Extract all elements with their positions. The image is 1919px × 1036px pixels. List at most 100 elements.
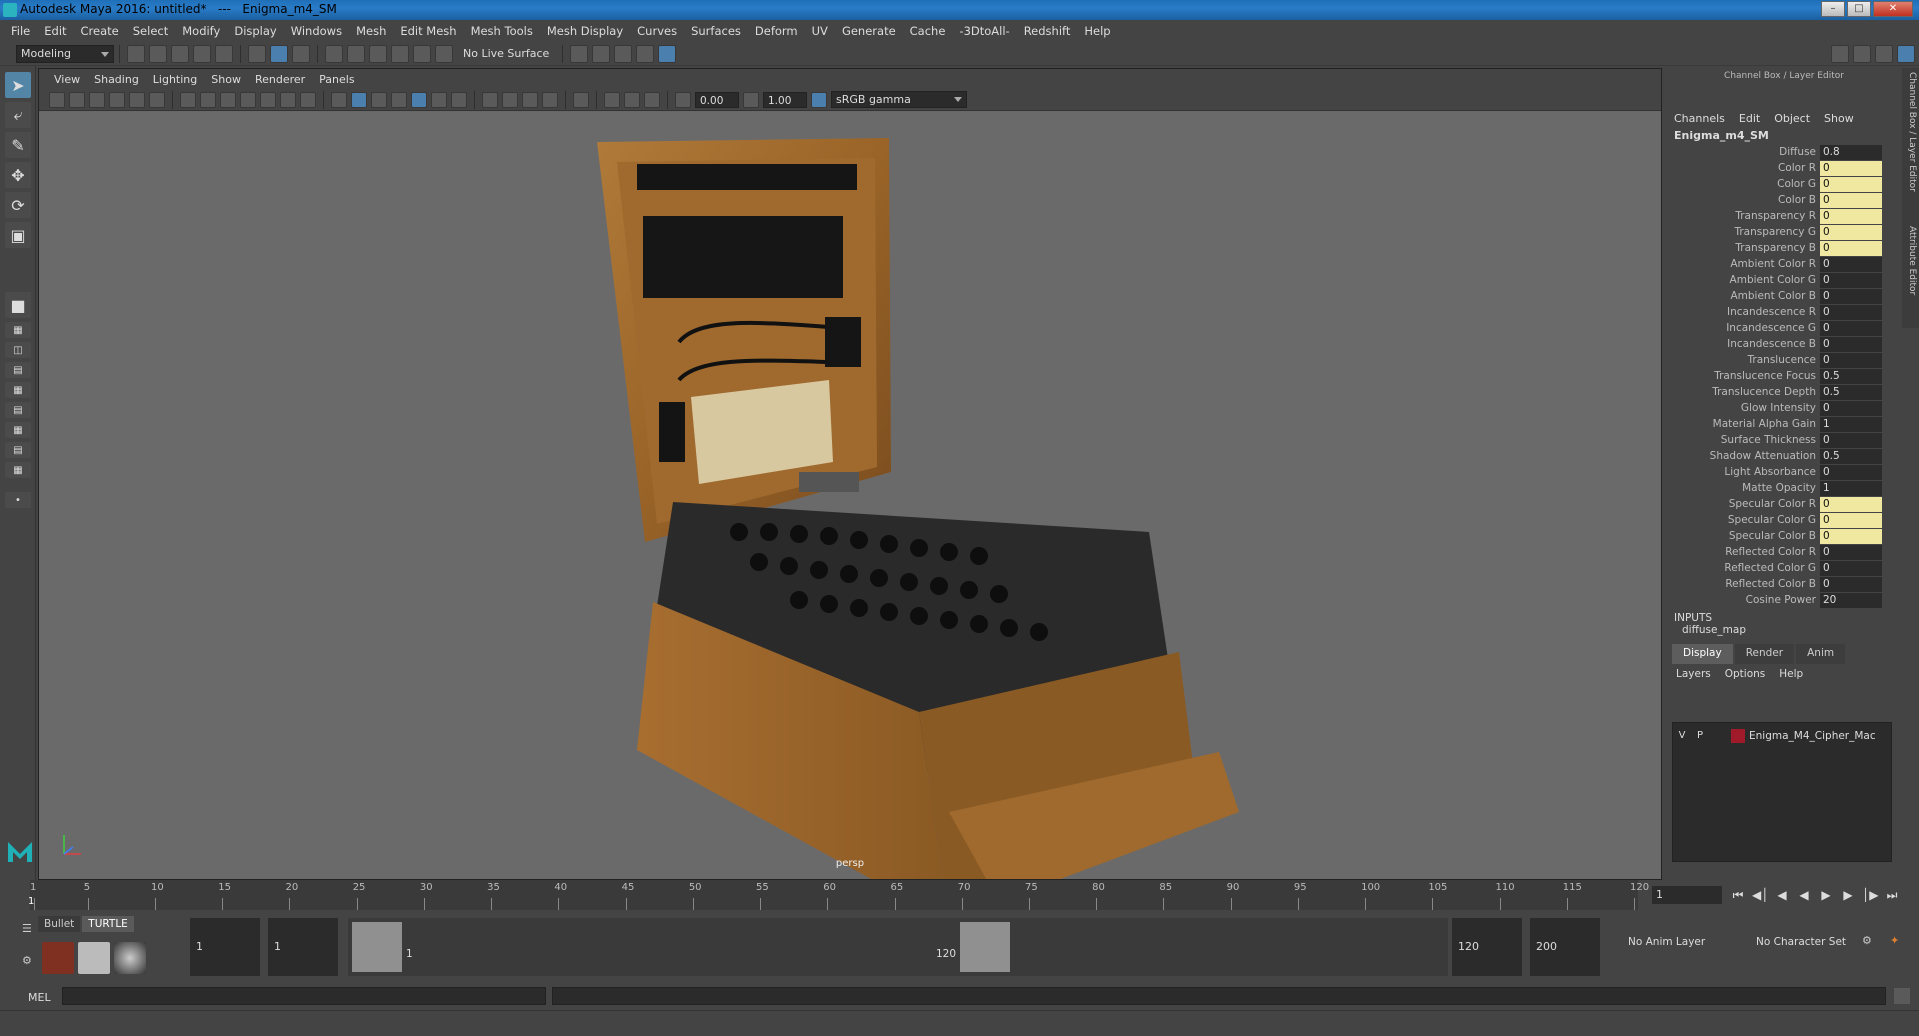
layer-playback-toggle[interactable]: P [1691,728,1709,744]
shadows-icon[interactable] [451,91,467,108]
attribute-row[interactable]: Light Absorbance 0 [1668,464,1900,480]
custom-layout-icon[interactable]: ▦ [5,462,31,478]
attribute-label[interactable]: Reflected Color B [1668,578,1820,590]
attribute-row[interactable]: Translucence 0 [1668,352,1900,368]
screen-space-ao-icon[interactable] [482,91,498,108]
snap-view-plane-icon[interactable] [391,44,409,63]
select-hierarchy-icon[interactable] [248,44,266,63]
character-set-select[interactable]: No Character Set [1756,936,1846,948]
attribute-label[interactable]: Ambient Color B [1668,290,1820,302]
xray-joints-icon[interactable] [644,91,660,108]
attribute-value-field[interactable]: 0 [1820,512,1882,528]
move-tool-icon[interactable]: ✥ [5,162,31,188]
attribute-label[interactable]: Specular Color R [1668,498,1820,510]
layer-name[interactable]: Enigma_M4_Cipher_Mac [1749,730,1879,742]
panel-menu-panels[interactable]: Panels [312,73,361,86]
color-management-icon[interactable] [811,91,827,108]
step-back-frame-icon[interactable]: ◀│ [1752,887,1768,903]
attribute-editor-side-tab[interactable]: Attribute Editor [1904,226,1917,295]
hypershade-layout-icon[interactable]: ▤ [5,402,31,418]
select-component-icon[interactable] [292,44,310,63]
textured-icon[interactable] [411,91,427,108]
attribute-value-field[interactable]: 0 [1820,400,1882,416]
view-transform-select[interactable]: sRGB gamma [831,91,967,108]
attribute-label[interactable]: Material Alpha Gain [1668,418,1820,430]
attribute-value-field[interactable]: 0 [1820,256,1882,272]
attribute-row[interactable]: Color G0 [1668,176,1900,192]
hypershade-icon[interactable] [658,44,677,63]
range-end-handle[interactable] [960,922,1010,972]
animation-start-field[interactable]: 1 [190,918,260,976]
range-start-handle[interactable] [352,922,402,972]
resolution-gate-icon[interactable] [220,91,236,108]
use-all-lights-icon[interactable] [431,91,447,108]
script-editor-icon[interactable] [1894,988,1910,1004]
default-material-icon[interactable] [371,91,387,108]
attribute-value-field[interactable]: 0 [1820,176,1882,192]
attribute-label[interactable]: Transparency G [1668,226,1820,238]
attribute-value-field[interactable]: 0.8 [1820,144,1882,160]
snap-point-icon[interactable] [369,44,387,63]
two-view-layout-icon[interactable]: ◫ [5,342,31,358]
make-live-icon[interactable] [435,44,453,63]
attribute-label[interactable]: Translucence [1668,354,1820,366]
snap-grid-icon[interactable] [325,44,343,63]
attribute-row[interactable]: Material Alpha Gain 1 [1668,416,1900,432]
attribute-row[interactable]: Color B0 [1668,192,1900,208]
attribute-label[interactable]: Color B [1668,194,1820,206]
exposure-icon[interactable] [675,91,691,108]
layer-visibility-toggle[interactable]: V [1673,728,1691,744]
attribute-row[interactable]: Glow Intensity 0 [1668,400,1900,416]
attribute-label[interactable]: Cosine Power [1668,594,1820,606]
panel-menu-lighting[interactable]: Lighting [146,73,204,86]
attribute-label[interactable]: Matte Opacity [1668,482,1820,494]
menu-mesh[interactable]: Mesh [349,24,393,38]
layer-tab-display[interactable]: Display [1672,644,1733,664]
attribute-row[interactable]: Ambient Color B0 [1668,288,1900,304]
attribute-value-field[interactable]: 0 [1820,320,1882,336]
attribute-value-field[interactable]: 0 [1820,160,1882,176]
shelf-tab-bullet[interactable]: Bullet [38,916,81,932]
render-frame-icon[interactable] [592,44,611,63]
film-gate-icon[interactable] [200,91,216,108]
attribute-row[interactable]: Reflected Color R0 [1668,544,1900,560]
auto-key-icon[interactable]: ⚙ [1862,934,1872,947]
ipr-render-icon[interactable] [614,44,633,63]
panel-menu-show[interactable]: Show [204,73,248,86]
layout-toggle-icon[interactable] [1853,44,1871,63]
camera-select-icon[interactable] [49,91,65,108]
menu-select[interactable]: Select [126,24,175,38]
menu-display[interactable]: Display [227,24,283,38]
attribute-row[interactable]: Diffuse 0.8 [1668,144,1900,160]
attribute-label[interactable]: Ambient Color G [1668,274,1820,286]
layer-menu-options[interactable]: Options [1725,668,1766,680]
attribute-row[interactable]: Transparency G0 [1668,224,1900,240]
layer-color-swatch[interactable] [1731,729,1745,743]
menu-3dtoall[interactable]: -3DtoAll- [952,24,1016,38]
step-forward-frame-icon[interactable]: │▶ [1862,887,1878,903]
attribute-value-field[interactable]: 0 [1820,464,1882,480]
outliner-toggle-icon[interactable] [1875,44,1893,63]
exposure-field[interactable]: 0.00 [695,91,739,108]
gamma-field[interactable]: 1.00 [763,91,807,108]
step-forward-key-icon[interactable]: ▶ [1840,887,1856,903]
menu-surfaces[interactable]: Surfaces [684,24,748,38]
animation-end-field[interactable]: 200 [1530,918,1600,976]
safe-action-icon[interactable] [280,91,296,108]
attribute-value-field[interactable]: 0 [1820,208,1882,224]
attribute-row[interactable]: Incandescence R0 [1668,304,1900,320]
gate-mask-icon[interactable] [240,91,256,108]
command-input[interactable] [62,987,546,1005]
snap-curve-icon[interactable] [347,44,365,63]
attribute-value-field[interactable]: 0 [1820,576,1882,592]
menu-mesh-display[interactable]: Mesh Display [540,24,630,38]
attribute-row[interactable]: Color R0 [1668,160,1900,176]
maximize-button[interactable]: □ [1847,1,1871,17]
attribute-value-field[interactable]: 0 [1820,544,1882,560]
gamma-icon[interactable] [743,91,759,108]
layer-row[interactable]: V P Enigma_M4_Cipher_Mac [1673,727,1891,745]
attribute-label[interactable]: Transparency R [1668,210,1820,222]
step-back-key-icon[interactable]: ◀ [1774,887,1790,903]
motion-blur-icon[interactable] [502,91,518,108]
attribute-label[interactable]: Color R [1668,162,1820,174]
